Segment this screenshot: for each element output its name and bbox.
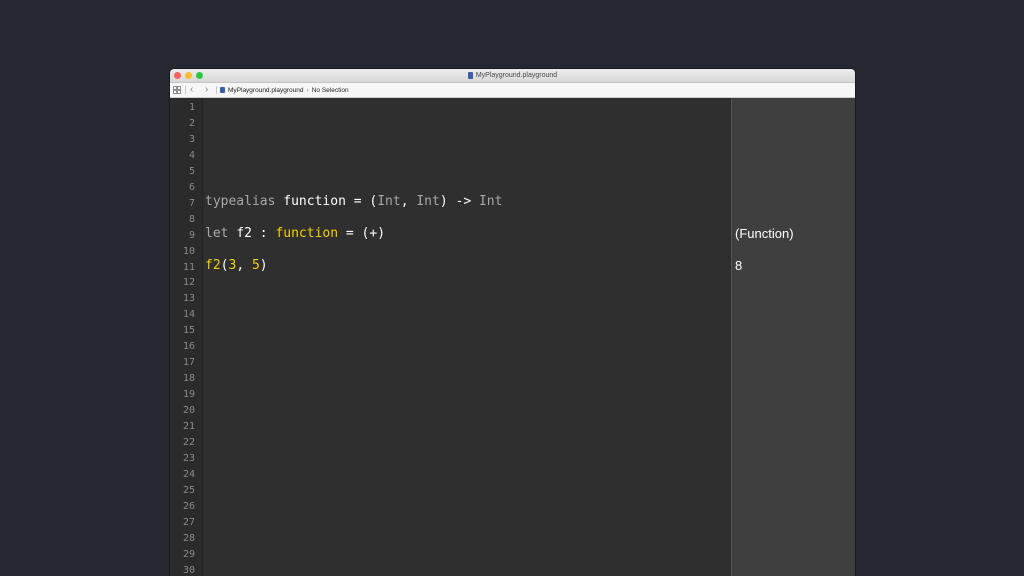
line-number: 19 [182, 389, 195, 401]
code-line-11[interactable]: f2(3, 5) [205, 258, 268, 274]
code-token: , [400, 194, 417, 209]
line-number: 29 [182, 548, 195, 560]
code-token: , [236, 258, 252, 273]
line-number: 28 [182, 532, 195, 544]
line-number: 12 [182, 277, 195, 289]
line-number: 3 [188, 133, 195, 145]
line-number: 23 [182, 452, 195, 464]
playground-file-icon [467, 72, 473, 79]
playground-file-icon [220, 87, 225, 93]
line-number: 18 [182, 373, 195, 385]
chevron-right-icon: › [306, 86, 309, 94]
code-token: ) [259, 258, 268, 273]
line-number: 10 [182, 245, 195, 257]
line-number: 17 [182, 357, 195, 369]
line-number: 21 [182, 421, 195, 432]
result-value-line-11[interactable]: 8 [735, 258, 742, 274]
window-title-text: MyPlayground.playground [475, 72, 558, 79]
line-number: 9 [188, 229, 195, 241]
code-token: function [283, 194, 346, 209]
line-number: 8 [188, 213, 195, 225]
code-line-7[interactable]: typealias function = (Int, Int) -> Int [205, 194, 502, 210]
line-number-gutter: 1 2 3 4 5 6 7 8 9 10 11 12 13 14 15 16 17 18 19 20 21 22 23 24 2… [170, 98, 203, 576]
code-token: function [275, 226, 339, 241]
jump-bar: ‹ › MyPlayground.playground › No Selecti… [170, 83, 855, 98]
breadcrumb-file[interactable]: MyPlayground.playground [228, 87, 304, 94]
code-token: let [205, 226, 229, 241]
toolbar-divider [216, 86, 217, 94]
code-token: Int [416, 194, 440, 209]
line-number: 5 [188, 165, 195, 177]
title-bar: MyPlayground.playground [170, 69, 855, 83]
line-number: 6 [188, 181, 195, 193]
code-token: ) -> [439, 194, 479, 209]
window-title: MyPlayground.playground [170, 69, 855, 82]
line-number: 4 [188, 149, 195, 161]
code-token: typealias [205, 194, 276, 209]
forward-arrow-icon[interactable]: › [205, 84, 208, 96]
line-number: 2 [188, 117, 195, 129]
line-number: 15 [182, 325, 195, 337]
line-number: 26 [182, 500, 195, 512]
line-number: 1 [188, 102, 195, 113]
line-number: 13 [182, 293, 195, 305]
code-token: = (+) [338, 226, 386, 241]
line-number: 7 [188, 197, 195, 209]
code-token: f2 [205, 258, 221, 273]
toolbar-divider [185, 86, 186, 94]
code-token: Int [377, 194, 401, 209]
code-token: = ( [345, 194, 378, 209]
back-arrow-icon[interactable]: ‹ [190, 84, 193, 96]
code-token: 5 [251, 258, 260, 273]
line-number: 14 [182, 309, 195, 321]
results-sidebar: (Function) 8 [731, 98, 855, 576]
breadcrumb: MyPlayground.playground › No Selection [220, 83, 349, 97]
result-value-line-9[interactable]: (Function) [735, 226, 794, 242]
code-line-9[interactable]: let f2 : function = (+) [205, 226, 385, 242]
grid-icon[interactable] [173, 86, 181, 94]
line-number: 27 [182, 516, 195, 528]
code-token: Int [478, 194, 503, 209]
line-number: 30 [182, 564, 195, 576]
editor-area: 1 2 3 4 5 6 7 8 9 10 11 12 13 14 15 16 17 18 19 20 21 22 23 24 2… [170, 98, 855, 576]
code-token: : [251, 226, 276, 241]
line-number: 11 [182, 261, 195, 273]
line-number: 22 [182, 436, 195, 448]
line-number: 20 [182, 405, 195, 417]
line-number: 24 [182, 468, 195, 480]
line-number: 16 [182, 341, 195, 353]
line-number: 25 [182, 484, 195, 496]
code-token: f2 [236, 226, 252, 241]
source-editor[interactable]: typealias function = (Int, Int) -> Int l… [203, 98, 730, 576]
playground-window: MyPlayground.playground ‹ › MyPlayground… [170, 69, 855, 576]
breadcrumb-selection[interactable]: No Selection [312, 87, 349, 94]
